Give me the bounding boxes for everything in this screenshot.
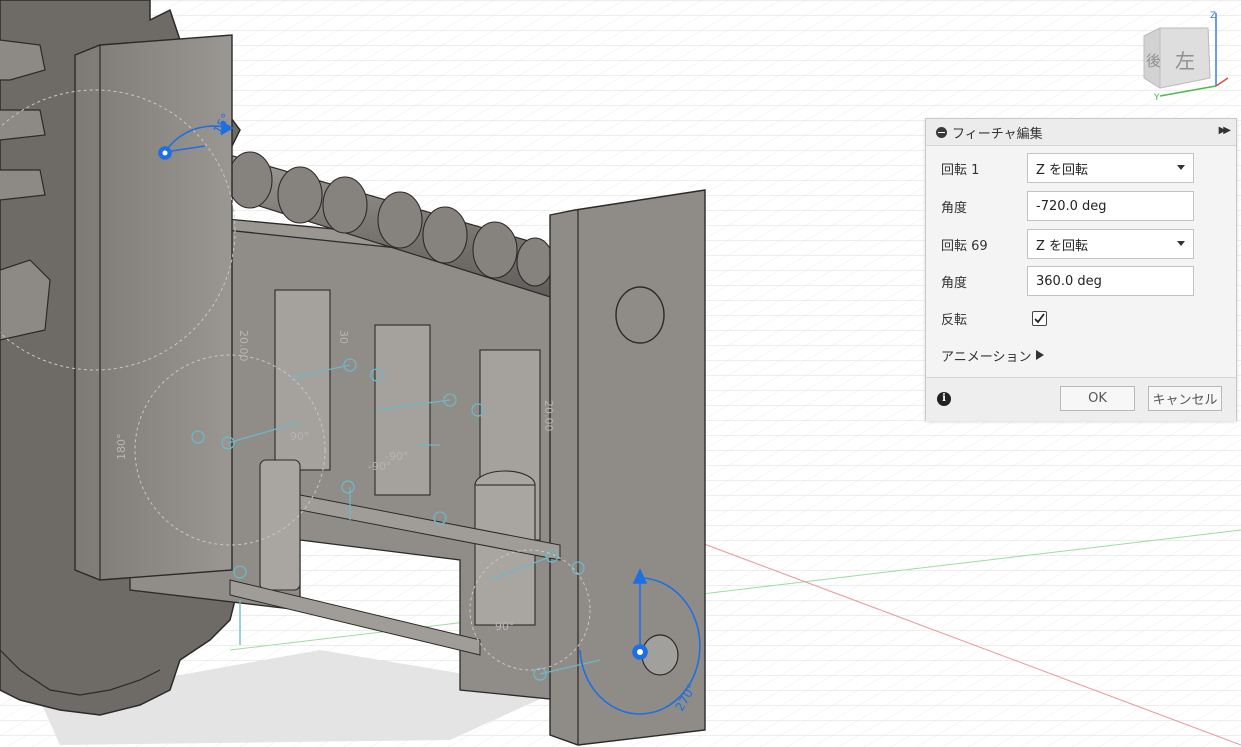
rotation-1-dropdown[interactable]: Z を回転 xyxy=(1027,153,1194,183)
play-icon[interactable] xyxy=(1036,350,1044,360)
animation-row[interactable]: アニメーション xyxy=(926,338,1236,372)
rotation-69-dropdown-value: Z を回転 xyxy=(1036,238,1089,254)
ok-button[interactable]: OK xyxy=(1060,386,1135,411)
edit-feature-panel: フィーチャ編集 ▶▶ 回転 1 Z を回転 角度 -720.0 deg 回転 6… xyxy=(925,118,1237,421)
view-cube-z-axis-label: Z xyxy=(1210,11,1216,21)
animation-label: アニメーション xyxy=(941,349,1032,365)
svg-text:90°: 90° xyxy=(290,430,310,443)
panel-header: フィーチャ編集 ▶▶ xyxy=(926,119,1236,146)
svg-text:90°: 90° xyxy=(495,620,515,633)
reverse-row: 反転 xyxy=(926,301,1236,335)
cancel-button[interactable]: キャンセル xyxy=(1148,386,1222,411)
angle-2-value: 360.0 deg xyxy=(1036,273,1102,289)
reverse-checkbox[interactable] xyxy=(1032,310,1047,326)
angle-2-label: 角度 xyxy=(941,275,968,291)
panel-footer: i OK キャンセル xyxy=(926,377,1236,421)
right-support-plate xyxy=(549,189,706,746)
angle-1-input[interactable]: -720.0 deg xyxy=(1027,191,1194,221)
rotation-69-label: 回転 69 xyxy=(941,238,988,254)
angle-1-value: -720.0 deg xyxy=(1036,198,1107,214)
rotation-69-dropdown[interactable]: Z を回転 xyxy=(1027,229,1194,259)
angle-2-row: 角度 360.0 deg xyxy=(926,264,1236,298)
rotation-1-dropdown-value: Z を回転 xyxy=(1036,162,1089,178)
info-icon[interactable]: i xyxy=(937,392,951,406)
svg-text:-90°: -90° xyxy=(385,450,408,463)
collapse-minus-icon[interactable] xyxy=(936,126,947,138)
rotation-1-row: 回転 1 Z を回転 xyxy=(926,151,1236,185)
expand-arrows-icon[interactable]: ▶▶ xyxy=(1219,125,1232,136)
view-cube-left-face[interactable]: 左 xyxy=(1175,49,1195,73)
angle-1-label: 角度 xyxy=(941,200,968,216)
view-cube-back-face[interactable]: 後 xyxy=(1146,52,1161,70)
panel-title: フィーチャ編集 xyxy=(952,126,1043,142)
rotation-69-row: 回転 69 Z を回転 xyxy=(926,227,1236,261)
left-support-plate xyxy=(74,34,233,581)
view-cube-y-axis-label: Y xyxy=(1153,93,1160,103)
view-cube[interactable]: 左 後 Z Y xyxy=(1130,8,1230,108)
svg-text:180°: 180° xyxy=(115,434,128,461)
caret-down-icon xyxy=(1177,165,1185,170)
rotation-1-label: 回転 1 xyxy=(941,162,980,178)
angle-1-row: 角度 -720.0 deg xyxy=(926,189,1236,223)
reverse-label: 反転 xyxy=(941,312,968,328)
svg-text:20.00: 20.00 xyxy=(237,330,250,362)
svg-text:20.00: 20.00 xyxy=(542,400,555,432)
caret-down-icon xyxy=(1177,241,1185,246)
checkmark-icon xyxy=(1034,312,1045,323)
angle-2-input[interactable]: 360.0 deg xyxy=(1027,266,1194,296)
svg-text:30: 30 xyxy=(337,330,350,344)
